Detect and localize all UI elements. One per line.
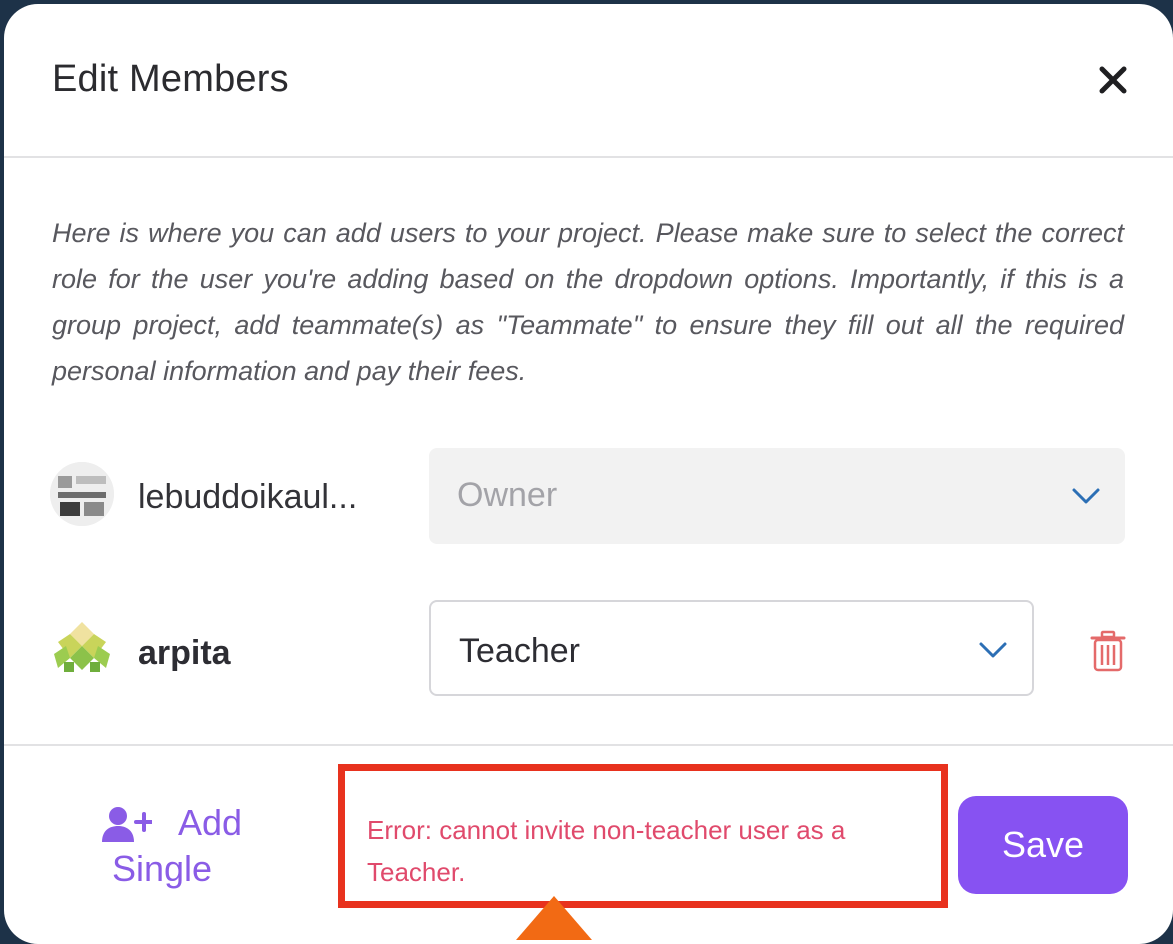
role-select-owner: Owner — [429, 448, 1125, 544]
modal-header: Edit Members — [4, 4, 1173, 158]
edit-members-modal: Edit Members Here is where you can add u… — [4, 4, 1173, 944]
error-message: Error: cannot invite non-teacher user as… — [367, 815, 846, 887]
member-name: arpita — [138, 634, 231, 672]
modal-title: Edit Members — [52, 58, 289, 100]
user-avatar-icon — [50, 462, 114, 526]
delete-member-button[interactable] — [1090, 630, 1126, 672]
add-user-icon — [102, 807, 152, 842]
member-name: lebuddoikaul... — [138, 478, 358, 516]
chevron-down-icon — [1072, 488, 1100, 504]
close-button[interactable] — [1093, 60, 1133, 100]
member-row-teacher: arpita Teacher — [4, 600, 1173, 696]
save-button[interactable]: Save — [958, 796, 1128, 894]
identicon-avatar-icon — [50, 616, 114, 680]
pointer-arrow-icon — [516, 896, 592, 940]
add-single-label: Single — [112, 848, 213, 889]
modal-description: Here is where you can add users to your … — [52, 218, 1124, 386]
role-select-teacher[interactable]: Teacher — [429, 600, 1034, 696]
add-single-label: Add — [178, 802, 243, 843]
member-row-owner: lebuddoikaul... Owner — [4, 448, 1173, 544]
close-icon — [1099, 66, 1127, 94]
role-select-value: Owner — [457, 476, 558, 514]
error-highlight-box: Error: cannot invite non-teacher user as… — [338, 764, 948, 908]
chevron-down-icon — [979, 642, 1007, 658]
role-select-value: Teacher — [459, 632, 580, 670]
trash-icon — [1090, 630, 1126, 672]
